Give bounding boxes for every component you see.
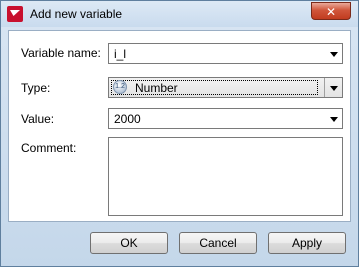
cancel-button[interactable]: Cancel [179,232,257,254]
apply-button[interactable]: Apply [268,232,346,254]
number-type-icon: 1.2 [113,80,127,94]
dialog-title: Add new variable [30,7,123,21]
close-button[interactable]: ✕ [311,2,351,20]
type-select[interactable]: 1.2 Number [108,77,343,98]
dropdown-separator [324,78,325,97]
chevron-down-icon[interactable] [330,52,338,57]
comment-label: Comment: [21,141,77,155]
variable-name-combo[interactable]: i_l [108,43,343,64]
value-value[interactable]: 2000 [114,112,141,126]
value-label: Value: [21,112,55,126]
chevron-down-icon[interactable] [330,117,338,122]
title-bar: Add new variable ✕ [1,1,358,27]
form-panel: Variable name: i_l Type: 1.2 Number Valu… [8,30,351,222]
variable-name-label: Variable name: [21,46,101,60]
chevron-down-icon[interactable] [330,86,338,91]
type-label: Type: [21,81,51,95]
dialog-window: Add new variable ✕ Variable name: i_l Ty… [0,0,359,267]
comment-field[interactable] [108,137,343,216]
type-value: Number [135,81,178,95]
value-combo[interactable]: 2000 [108,108,343,129]
variable-name-value[interactable]: i_l [114,47,126,61]
app-logo-icon [7,6,23,22]
ok-button[interactable]: OK [90,232,168,254]
